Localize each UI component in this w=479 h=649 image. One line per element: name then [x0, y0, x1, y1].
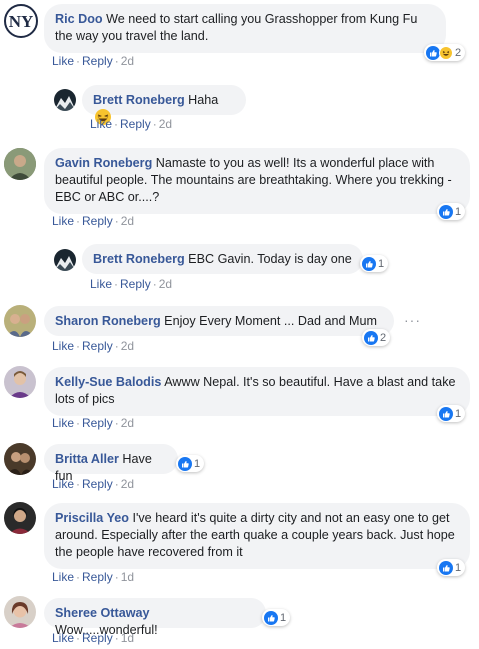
comment-text: We need to start calling you Grasshopper…: [55, 12, 418, 43]
timestamp[interactable]: 2d: [121, 477, 134, 491]
avatar[interactable]: [4, 443, 36, 475]
reply-link[interactable]: Reply: [120, 277, 151, 291]
reaction-number: 1: [378, 257, 385, 270]
reaction-count[interactable]: 1: [262, 609, 291, 626]
reaction-number: 1: [280, 611, 287, 624]
reaction-count[interactable]: 1: [437, 559, 466, 576]
comment-author[interactable]: Kelly-Sue Balodis: [55, 375, 161, 389]
comment-text: EBC Gavin. Today is day one: [188, 252, 352, 266]
comment-bubble: Britta Aller Have fun: [44, 444, 178, 483]
like-link[interactable]: Like: [52, 631, 74, 645]
like-link[interactable]: Like: [52, 54, 74, 68]
like-link[interactable]: Like: [52, 339, 74, 353]
comment-author[interactable]: Priscilla Yeo: [55, 511, 129, 525]
comment-bubble: Sheree Ottaway Wow.....wonderful!: [44, 598, 266, 637]
reaction-number: 1: [455, 407, 462, 420]
comment-author[interactable]: Sheree Ottaway: [55, 606, 150, 620]
like-reaction-icon: [439, 560, 453, 575]
reply-link[interactable]: Reply: [82, 416, 113, 430]
like-link[interactable]: Like: [90, 277, 112, 291]
reaction-number: 1: [455, 205, 462, 218]
comment-actions: Like · Reply · 2d: [90, 277, 173, 291]
comment-author[interactable]: Brett Roneberg: [93, 93, 185, 107]
comment-actions: Like · Reply · 1d: [52, 631, 135, 645]
reaction-count[interactable]: 1: [437, 203, 466, 220]
comment-bubble: Brett Roneberg Haha: [82, 85, 246, 125]
svg-text:NY: NY: [9, 12, 34, 31]
comment-text: Enjoy Every Moment ... Dad and Mum: [164, 314, 377, 328]
comment-bubble: Gavin Roneberg Namaste to you as well! I…: [44, 148, 470, 214]
reaction-count[interactable]: 2: [424, 44, 466, 61]
comment-actions: Like · Reply · 2d: [52, 214, 135, 228]
avatar[interactable]: [54, 249, 76, 271]
reply-link[interactable]: Reply: [82, 477, 113, 491]
timestamp[interactable]: 2d: [121, 416, 134, 430]
comment-author[interactable]: Gavin Roneberg: [55, 156, 152, 170]
comment-author[interactable]: Britta Aller: [55, 452, 119, 466]
comment-actions: Like · Reply · 2d: [52, 339, 135, 353]
timestamp[interactable]: 2d: [121, 339, 134, 353]
comment-text: Haha: [188, 93, 219, 107]
timestamp[interactable]: 1d: [121, 570, 134, 584]
timestamp[interactable]: 2d: [121, 54, 134, 68]
reaction-count[interactable]: 2: [362, 329, 391, 346]
reply-link[interactable]: Reply: [82, 570, 113, 584]
reaction-number: 2: [380, 331, 387, 344]
reply-link[interactable]: Reply: [82, 631, 113, 645]
avatar[interactable]: [4, 596, 36, 628]
timestamp[interactable]: 1d: [121, 631, 134, 645]
reaction-count[interactable]: 1: [176, 455, 205, 472]
like-link[interactable]: Like: [52, 477, 74, 491]
reply-link[interactable]: Reply: [120, 117, 151, 131]
like-reaction-icon: [439, 204, 453, 219]
avatar[interactable]: [4, 502, 36, 534]
haha-reaction-icon: [439, 45, 453, 60]
comment-bubble: Sharon Roneberg Enjoy Every Moment ... D…: [44, 306, 394, 336]
like-reaction-icon: [264, 610, 278, 625]
timestamp[interactable]: 2d: [159, 277, 172, 291]
reaction-number: 1: [194, 457, 201, 470]
avatar[interactable]: [54, 89, 76, 111]
like-reaction-icon: [362, 256, 376, 271]
like-reaction-icon: [178, 456, 192, 471]
comment-actions: Like · Reply · 1d: [52, 570, 135, 584]
reply-link[interactable]: Reply: [82, 339, 113, 353]
avatar[interactable]: [4, 148, 36, 180]
like-link[interactable]: Like: [52, 214, 74, 228]
reply-link[interactable]: Reply: [82, 54, 113, 68]
comment-author[interactable]: Brett Roneberg: [93, 252, 185, 266]
like-reaction-icon: [426, 45, 440, 60]
reply-link[interactable]: Reply: [82, 214, 113, 228]
comment-actions: Like · Reply · 2d: [52, 477, 135, 491]
like-reaction-icon: [439, 406, 453, 421]
comment-bubble: Brett Roneberg EBC Gavin. Today is day o…: [82, 244, 363, 274]
like-reaction-icon: [364, 330, 378, 345]
like-link[interactable]: Like: [90, 117, 112, 131]
comment-author[interactable]: Ric Doo: [55, 12, 103, 26]
avatar[interactable]: [4, 305, 36, 337]
comment-bubble: Kelly-Sue Balodis Awww Nepal. It's so be…: [44, 367, 470, 416]
avatar[interactable]: [4, 366, 36, 398]
timestamp[interactable]: 2d: [159, 117, 172, 131]
comment-actions: Like · Reply · 2d: [52, 416, 135, 430]
comment-bubble: Ric Doo We need to start calling you Gra…: [44, 4, 446, 53]
like-link[interactable]: Like: [52, 570, 74, 584]
comment-author[interactable]: Sharon Roneberg: [55, 314, 161, 328]
comment-actions: Like · Reply · 2d: [52, 54, 135, 68]
reaction-count[interactable]: 1: [360, 255, 389, 272]
avatar[interactable]: NY: [4, 4, 38, 38]
timestamp[interactable]: 2d: [121, 214, 134, 228]
reaction-number: 2: [455, 46, 462, 59]
reaction-count[interactable]: 1: [437, 405, 466, 422]
more-options-icon[interactable]: ···: [404, 312, 421, 328]
comment-bubble: Priscilla Yeo I've heard it's quite a di…: [44, 503, 470, 569]
comment-actions: Like · Reply · 2d: [90, 117, 173, 131]
like-link[interactable]: Like: [52, 416, 74, 430]
reaction-number: 1: [455, 561, 462, 574]
